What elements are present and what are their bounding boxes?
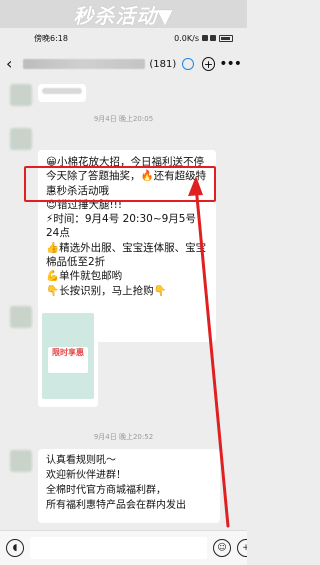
red-arrow-annotation: [188, 176, 230, 528]
plus-icon[interactable]: +: [237, 539, 247, 557]
voice-input-icon[interactable]: ◖: [6, 539, 24, 557]
message-input[interactable]: [30, 537, 207, 559]
chat-input-bar: ◖ ☺ +: [0, 530, 247, 565]
emoji-icon[interactable]: ☺: [213, 539, 231, 557]
chat-screen: 秒杀活动▼ 傍晚6:18 0.0K/s ‹ (181) + ••• 9月4日 晚…: [0, 0, 247, 565]
